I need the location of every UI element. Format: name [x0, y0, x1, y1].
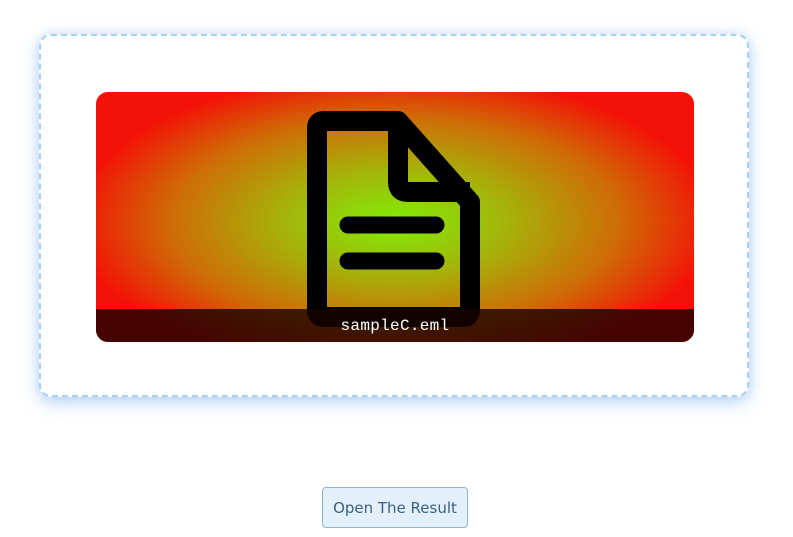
- file-name-label: sampleC.eml: [340, 317, 450, 335]
- document-icon: [307, 111, 480, 327]
- open-result-button[interactable]: Open The Result: [322, 487, 468, 528]
- file-name-caption: sampleC.eml: [96, 309, 694, 342]
- file-preview-card[interactable]: sampleC.eml: [96, 92, 694, 342]
